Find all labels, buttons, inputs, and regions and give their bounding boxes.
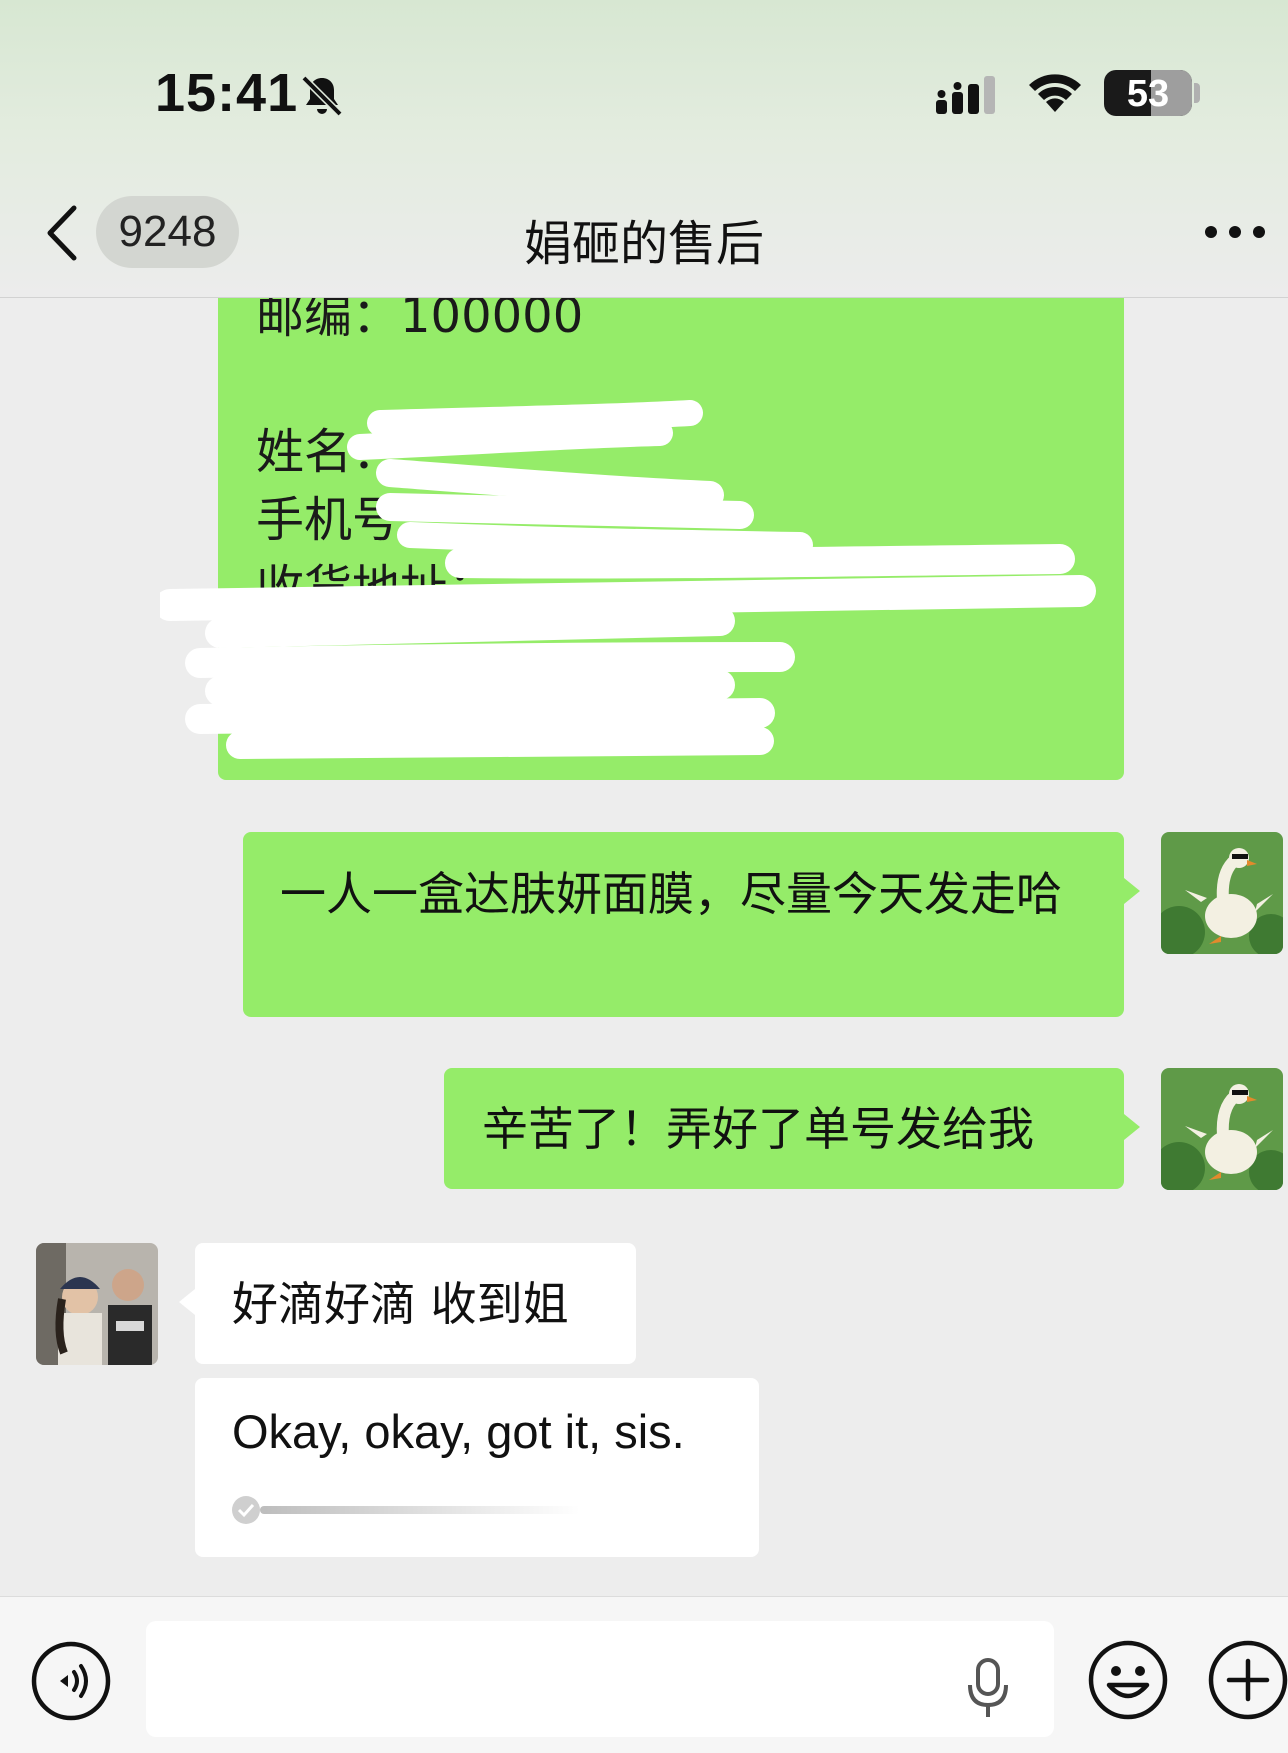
contact-avatar-photo xyxy=(36,1243,158,1365)
bell-slash-icon xyxy=(301,75,343,117)
battery-icon: 53 xyxy=(1104,70,1192,116)
my-avatar-goose[interactable] xyxy=(1161,832,1283,954)
input-bar xyxy=(0,1596,1288,1753)
contact-avatar[interactable] xyxy=(36,1243,158,1365)
status-time: 15:41 xyxy=(155,63,299,123)
redaction-scribble xyxy=(160,400,1096,759)
wifi-icon xyxy=(1029,74,1081,112)
voice-icon[interactable] xyxy=(30,1640,112,1722)
message-text: 一人一盒达肤妍面膜，尽量今天发走哈 xyxy=(280,867,1062,921)
chat-title: 娟砸的售后 xyxy=(523,216,764,272)
cellular-signal-icon xyxy=(936,76,995,114)
message-input[interactable] xyxy=(146,1621,1054,1737)
battery-cap xyxy=(1194,83,1200,103)
emoji-icon[interactable] xyxy=(1087,1639,1169,1721)
translation-text: Okay, okay, got it, sis. xyxy=(232,1405,685,1458)
message-text: 好滴好滴 收到姐 xyxy=(232,1277,569,1331)
plus-icon[interactable] xyxy=(1207,1639,1288,1721)
my-avatar-goose[interactable] xyxy=(1161,1068,1283,1190)
goose-avatar-image xyxy=(1161,1068,1283,1190)
battery-percent: 53 xyxy=(1126,73,1170,115)
bubble-tail xyxy=(179,1289,195,1315)
microphone-icon[interactable] xyxy=(966,1657,1010,1719)
translation-done-icon xyxy=(232,1496,580,1524)
message-text: 辛苦了！弄好了单号发给我 xyxy=(482,1102,1034,1156)
top-bar: 15:41 53 9248 娟砸的售后 xyxy=(0,0,1288,298)
bubble-tail xyxy=(1124,1114,1140,1140)
more-icon[interactable] xyxy=(1204,223,1266,241)
goose-avatar-image xyxy=(1161,832,1283,954)
bubble-tail xyxy=(1124,878,1140,904)
